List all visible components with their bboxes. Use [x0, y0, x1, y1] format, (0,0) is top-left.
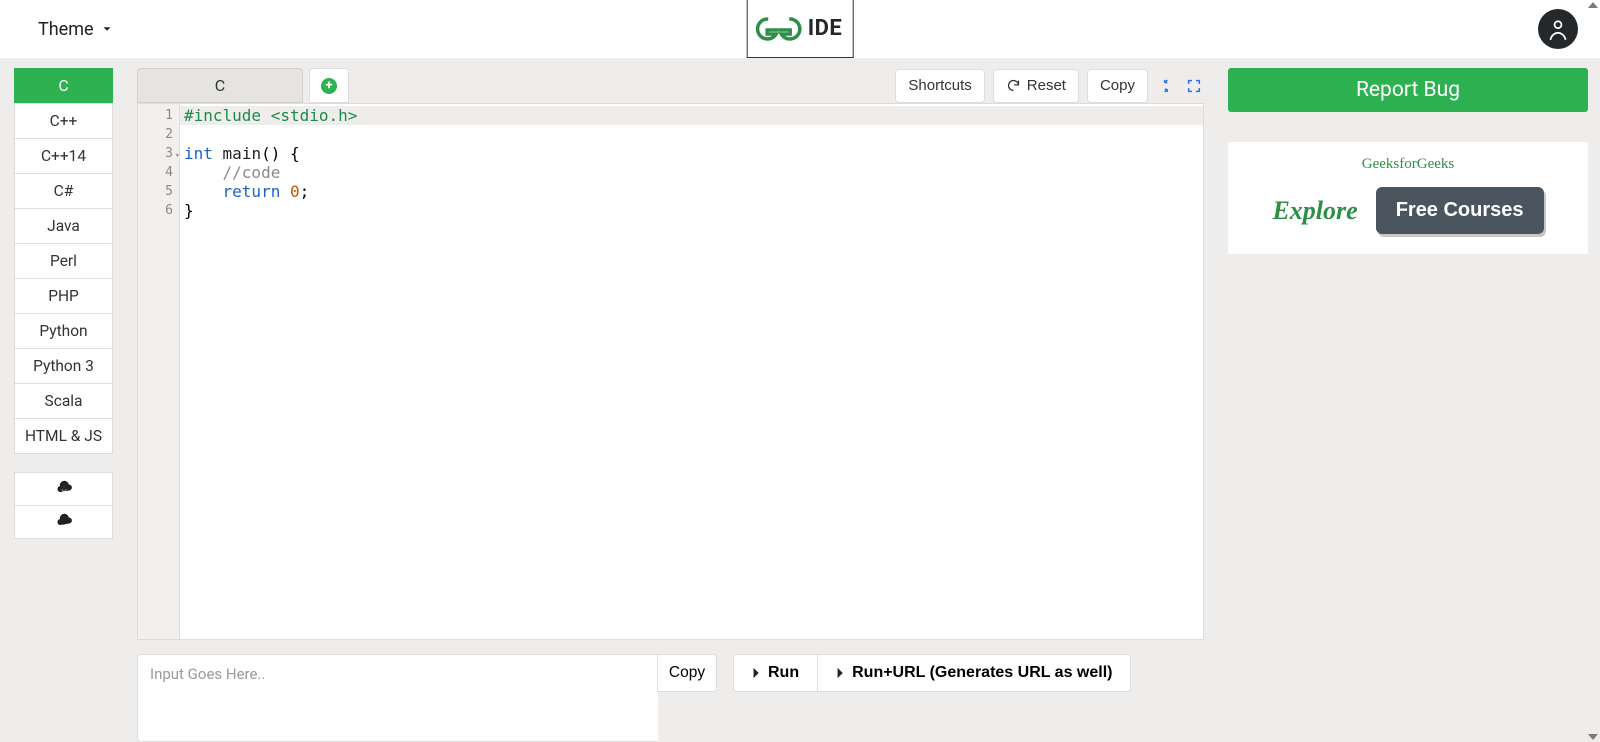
chevron-right-icon: [752, 667, 762, 679]
editor-column: C + Shortcuts Reset Copy: [137, 68, 1204, 742]
scroll-down-icon[interactable]: [1588, 734, 1598, 740]
right-column: Report Bug GeeksforGeeks Explore Free Co…: [1228, 68, 1588, 742]
language-item-scala[interactable]: Scala: [14, 383, 113, 419]
reset-label: Reset: [1027, 77, 1066, 94]
line-number: 1: [138, 106, 179, 125]
code-line[interactable]: #include <stdio.h>: [180, 106, 1203, 125]
main-area: CC++C++14C#JavaPerlPHPPythonPython 3Scal…: [0, 58, 1600, 742]
language-item-c-[interactable]: C#: [14, 173, 113, 209]
copy-label: Copy: [1100, 77, 1135, 94]
line-number: 6: [138, 201, 179, 220]
code-line[interactable]: }: [180, 201, 1203, 220]
run-url-button[interactable]: Run+URL (Generates URL as well): [817, 655, 1130, 691]
cloud-upload-icon: [55, 513, 73, 531]
input-wrap: Copy: [137, 654, 717, 742]
theme-dropdown[interactable]: Theme: [38, 19, 114, 40]
code-line[interactable]: [180, 125, 1203, 144]
language-sidebar: CC++C++14C#JavaPerlPHPPythonPython 3Scal…: [14, 68, 113, 742]
stdin-input[interactable]: [137, 654, 658, 742]
refresh-icon: [1006, 78, 1021, 93]
file-tab-label: C: [215, 76, 225, 95]
collapse-button[interactable]: [1156, 76, 1176, 96]
language-item-python-3[interactable]: Python 3: [14, 348, 113, 384]
run-button-group: Run Run+URL (Generates URL as well): [733, 654, 1131, 692]
collapse-icon: [1158, 78, 1174, 94]
sidebar-actions: [14, 472, 113, 539]
chevron-down-icon: [100, 22, 114, 36]
line-number: 3▾: [138, 144, 179, 163]
logo-container[interactable]: IDE: [747, 0, 854, 58]
plus-icon: +: [321, 78, 337, 94]
tab-row: C + Shortcuts Reset Copy: [137, 68, 1204, 103]
ide-label: IDE: [808, 16, 843, 41]
copy-input-button[interactable]: Copy: [657, 654, 717, 692]
free-courses-button[interactable]: Free Courses: [1376, 187, 1544, 234]
expand-icon: [1186, 78, 1202, 94]
theme-label: Theme: [38, 19, 94, 40]
gfg-logo-icon: [754, 14, 804, 44]
report-bug-label: Report Bug: [1356, 78, 1460, 102]
shortcuts-button[interactable]: Shortcuts: [895, 69, 984, 103]
copy-button[interactable]: Copy: [1087, 69, 1148, 103]
header-bar: Theme IDE: [0, 0, 1600, 58]
language-list: CC++C++14C#JavaPerlPHPPythonPython 3Scal…: [14, 68, 113, 454]
code-area[interactable]: #include <stdio.h> int main() { //code re…: [180, 104, 1203, 639]
file-tab[interactable]: C: [137, 68, 303, 103]
line-number: 5: [138, 182, 179, 201]
user-avatar[interactable]: [1538, 9, 1578, 49]
language-item-php[interactable]: PHP: [14, 278, 113, 314]
upload-button[interactable]: [14, 505, 113, 539]
run-url-label: Run+URL (Generates URL as well): [852, 664, 1112, 682]
reset-button[interactable]: Reset: [993, 69, 1079, 103]
code-editor[interactable]: 123▾456 #include <stdio.h> int main() { /…: [137, 103, 1204, 640]
line-gutter: 123▾456: [138, 104, 180, 639]
language-item-c[interactable]: C: [14, 68, 113, 104]
line-number: 4: [138, 163, 179, 182]
user-icon: [1545, 16, 1571, 42]
code-line[interactable]: return 0;: [180, 182, 1203, 201]
language-item-c-14[interactable]: C++14: [14, 138, 113, 174]
language-item-java[interactable]: Java: [14, 208, 113, 244]
code-line[interactable]: int main() {: [180, 144, 1203, 163]
language-item-c-[interactable]: C++: [14, 103, 113, 139]
scroll-up-icon[interactable]: [1588, 2, 1598, 8]
code-line[interactable]: //code: [180, 163, 1203, 182]
bottom-controls: Copy Run Run+URL (Generates URL as well): [137, 654, 1204, 742]
language-item-perl[interactable]: Perl: [14, 243, 113, 279]
promo-card: GeeksforGeeks Explore Free Courses: [1228, 142, 1588, 254]
run-button[interactable]: Run: [734, 655, 817, 691]
language-item-python[interactable]: Python: [14, 313, 113, 349]
run-label: Run: [768, 664, 799, 682]
add-tab-button[interactable]: +: [309, 68, 349, 103]
fullscreen-button[interactable]: [1184, 76, 1204, 96]
shortcuts-label: Shortcuts: [908, 77, 971, 94]
language-item-html-js[interactable]: HTML & JS: [14, 418, 113, 454]
download-button[interactable]: [14, 472, 113, 506]
promo-brand-label: GeeksforGeeks: [1246, 156, 1570, 173]
explore-label: Explore: [1272, 196, 1357, 226]
line-number: 2: [138, 125, 179, 144]
chevron-right-icon: [836, 667, 846, 679]
report-bug-button[interactable]: Report Bug: [1228, 68, 1588, 112]
cloud-download-icon: [55, 480, 73, 498]
